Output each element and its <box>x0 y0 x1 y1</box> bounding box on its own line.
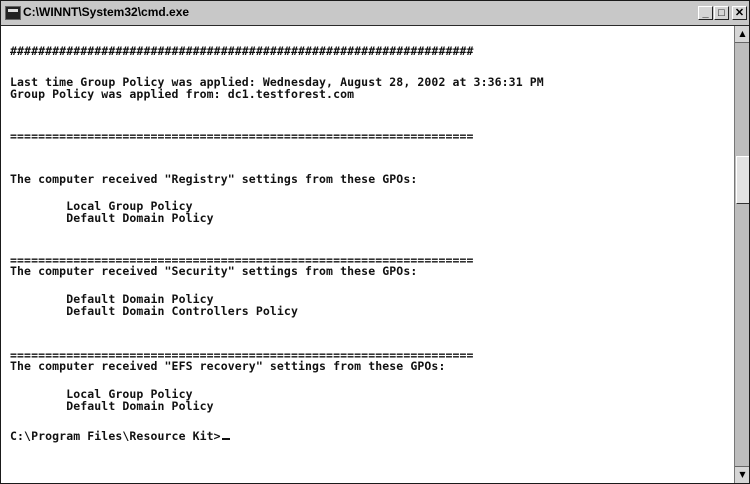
vertical-scrollbar[interactable]: ▲ ▼ <box>734 26 749 483</box>
registry-gpo: Default Domain Policy <box>10 211 214 225</box>
prompt-line[interactable]: C:\Program Files\Resource Kit> <box>10 429 230 443</box>
close-button[interactable]: ✕ <box>732 6 747 20</box>
title-bar[interactable]: C:\WINNT\System32\cmd.exe _ □ ✕ <box>1 1 749 26</box>
scroll-down-button[interactable]: ▼ <box>735 466 749 483</box>
prompt-text: C:\Program Files\Resource Kit> <box>10 429 221 443</box>
efs-gpo: Default Domain Policy <box>10 399 214 413</box>
window-title: C:\WINNT\System32\cmd.exe <box>23 5 190 19</box>
scrollbar-thumb[interactable] <box>736 156 749 204</box>
console-output[interactable]: ########################################… <box>1 26 733 483</box>
hash-separator: ########################################… <box>10 44 474 58</box>
applied-from-line: Group Policy was applied from: dc1.testf… <box>10 87 355 101</box>
efs-heading: The computer received "EFS recovery" set… <box>10 359 446 373</box>
text-cursor <box>221 438 230 440</box>
separator-line: ========================================… <box>10 129 474 143</box>
security-gpo: Default Domain Controllers Policy <box>10 304 298 318</box>
cmd-window: C:\WINNT\System32\cmd.exe _ □ ✕ ########… <box>0 0 750 484</box>
maximize-button[interactable]: □ <box>714 6 729 20</box>
security-heading: The computer received "Security" setting… <box>10 264 418 278</box>
minimize-button[interactable]: _ <box>698 6 713 20</box>
registry-heading: The computer received "Registry" setting… <box>10 172 418 186</box>
scroll-up-button[interactable]: ▲ <box>735 26 749 43</box>
console-icon[interactable] <box>5 6 21 20</box>
